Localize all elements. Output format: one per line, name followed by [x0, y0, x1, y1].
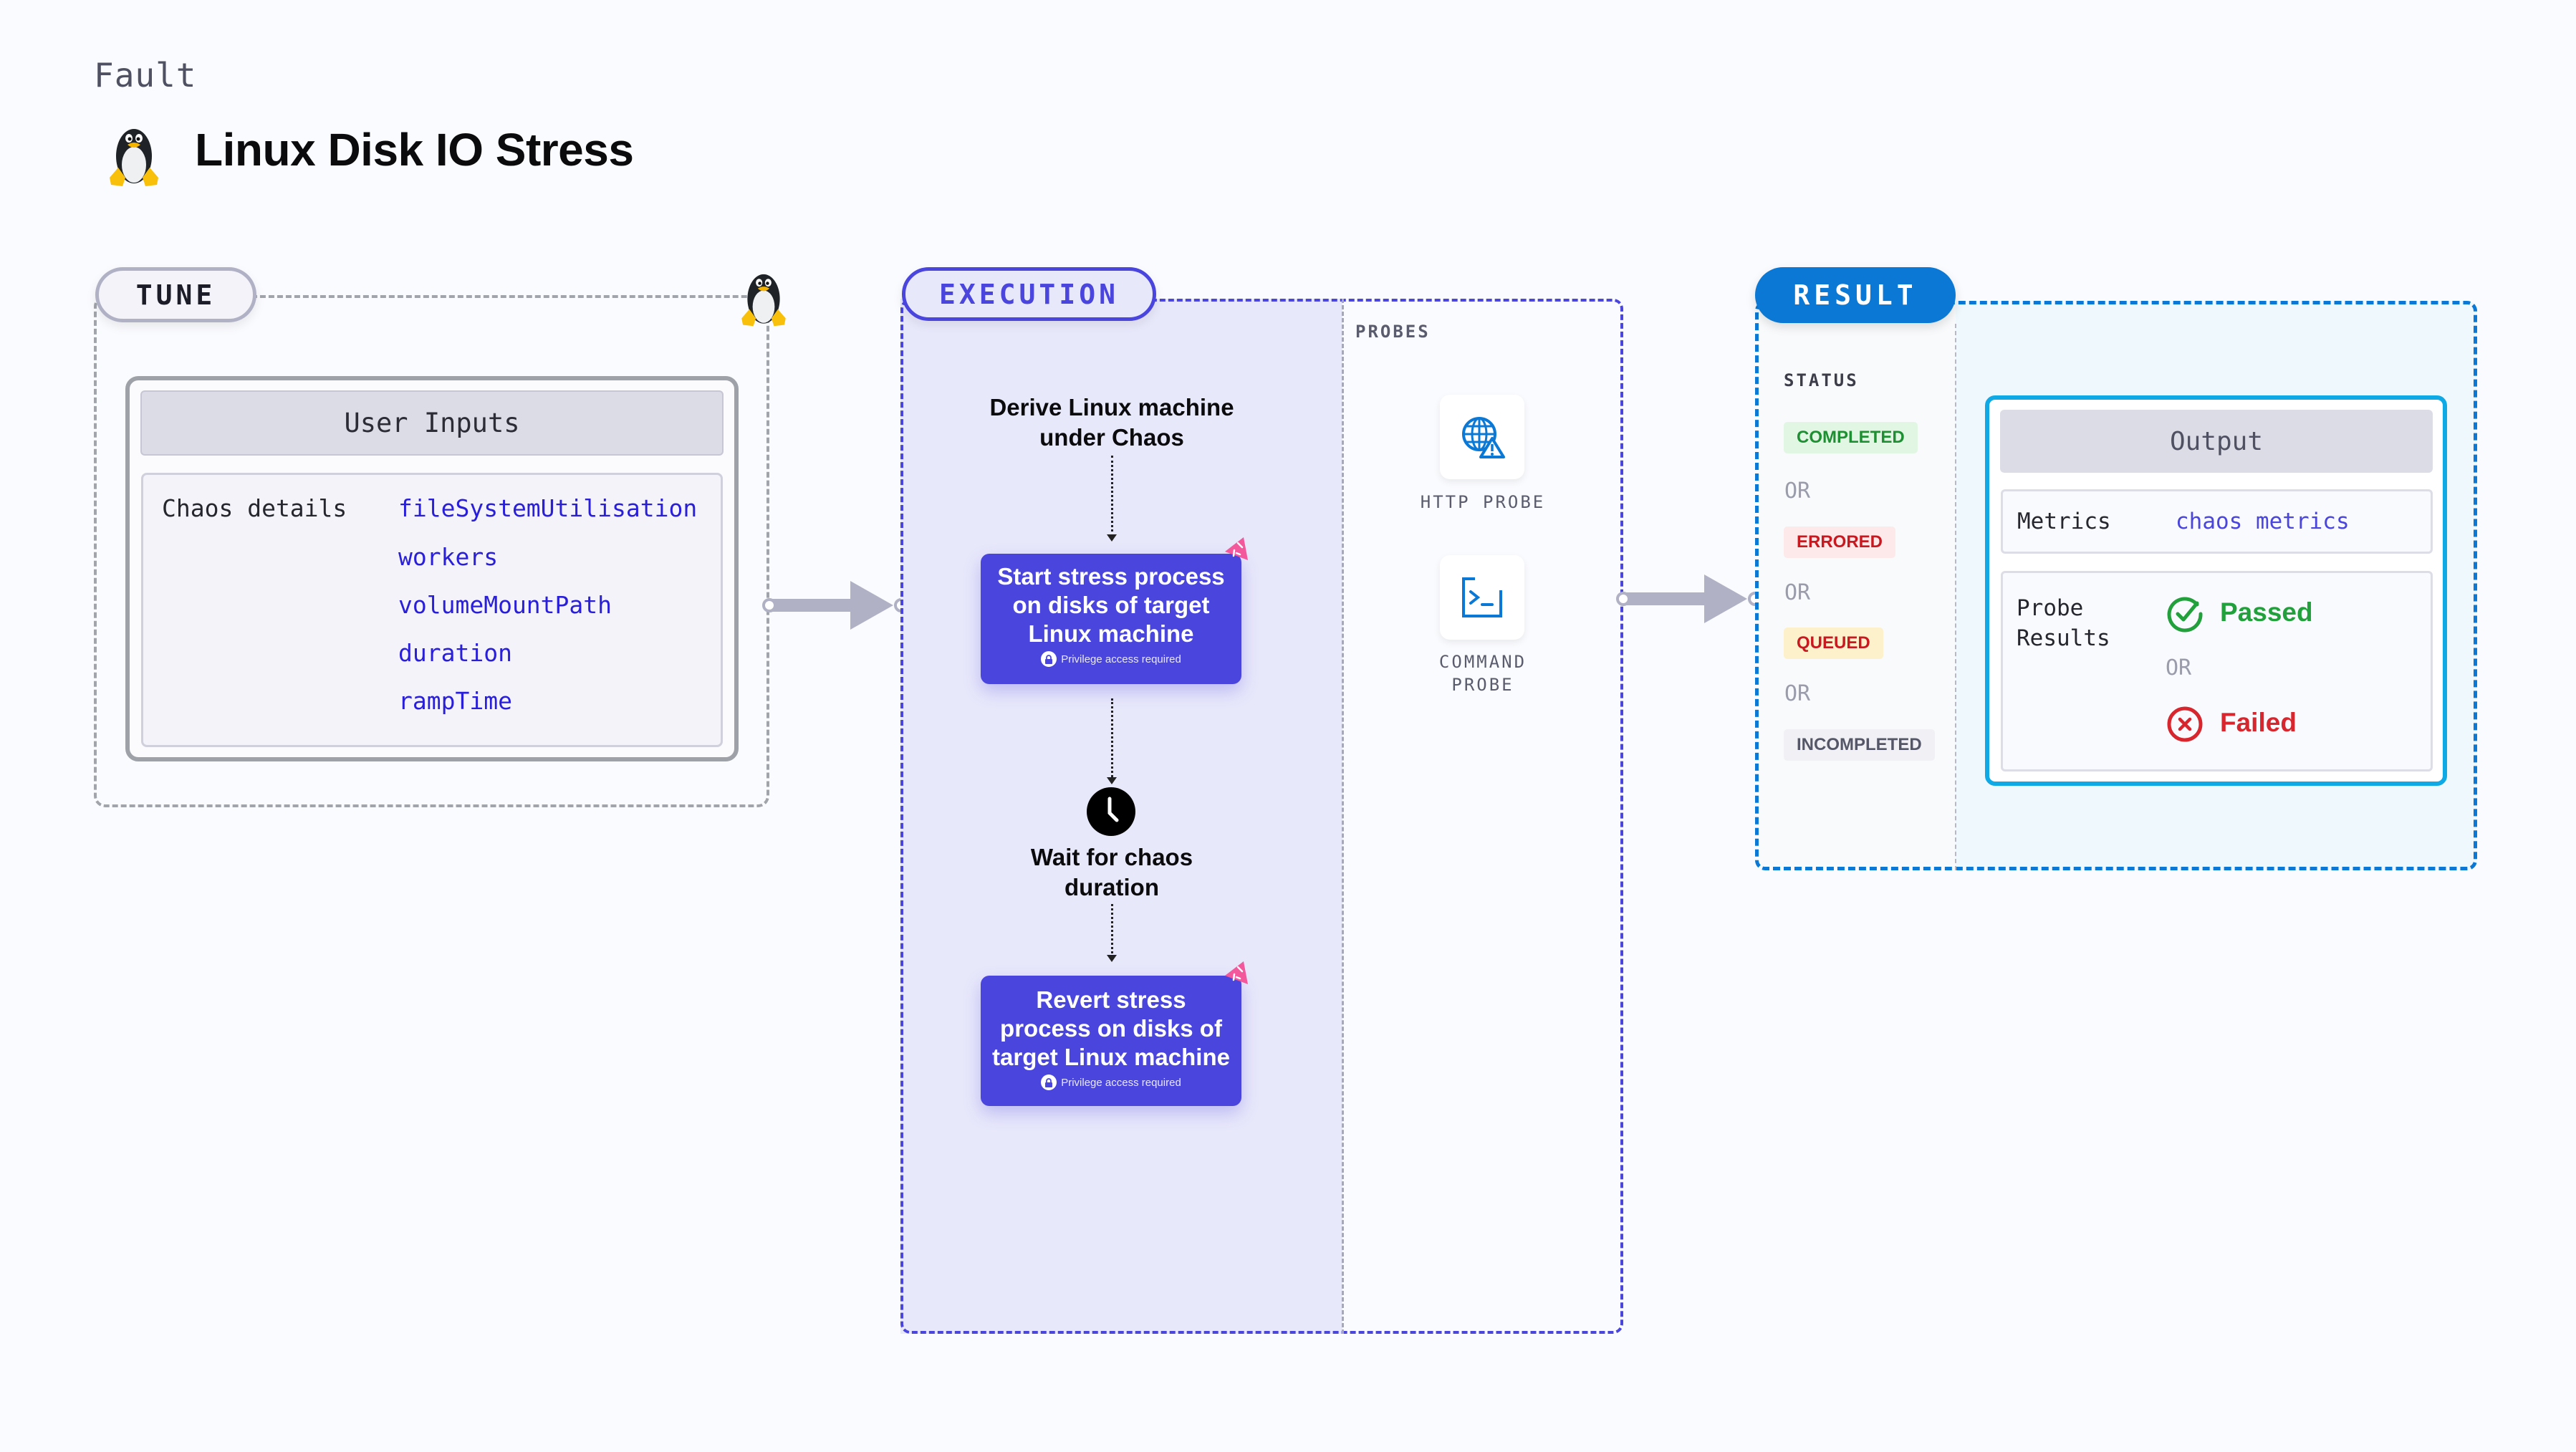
- execution-divider: [1342, 299, 1344, 1334]
- execution-pill: EXECUTION: [902, 267, 1156, 321]
- lock-icon: [1041, 651, 1057, 667]
- param-duration: duration: [398, 639, 512, 667]
- param-workers: workers: [398, 543, 499, 571]
- result-divider: [1955, 324, 1956, 870]
- linux-penguin-icon: [110, 129, 158, 186]
- param-ramptime: rampTime: [398, 687, 512, 715]
- step-revert-stress-text: Revert stress process on disks of target…: [992, 986, 1230, 1070]
- http-probe-label: HTTP PROBE: [1420, 492, 1546, 512]
- step-revert-stress-card: Revert stress process on disks of target…: [981, 976, 1241, 1106]
- chaos-injection-badge-icon: [1225, 537, 1248, 560]
- privilege-note: Privilege access required: [981, 1074, 1241, 1090]
- output-header: Output: [2000, 410, 2433, 473]
- command-probe-tile[interactable]: [1440, 555, 1524, 640]
- arrow-down-icon: [1107, 955, 1117, 962]
- step-derive-target: Derive Linux machine under Chaos: [989, 394, 1234, 451]
- lock-icon: [1041, 1074, 1057, 1090]
- x-circle-icon: [2167, 706, 2203, 742]
- param-filesystemutilisation: fileSystemUtilisation: [398, 494, 698, 522]
- privilege-note-text: Privilege access required: [1061, 1076, 1181, 1089]
- probe-failed-label: Failed: [2220, 708, 2297, 737]
- linux-penguin-icon: [741, 274, 786, 327]
- status-badge-queued: QUEUED: [1784, 628, 1883, 659]
- connector-execution-to-result: [1624, 592, 1706, 605]
- chaos-details-label: Chaos details: [162, 494, 347, 522]
- privilege-note-text: Privilege access required: [1061, 653, 1181, 665]
- terminal-icon: [1462, 577, 1502, 617]
- step-wait-duration: Wait for chaos duration: [1030, 844, 1193, 900]
- probes-label: PROBES: [1355, 322, 1431, 342]
- status-badge-errored: ERRORED: [1784, 527, 1896, 558]
- privilege-note: Privilege access required: [981, 651, 1241, 667]
- probe-passed-label: Passed: [2220, 597, 2313, 627]
- page-title: Linux Disk IO Stress: [195, 124, 634, 176]
- chaos-injection-badge-icon: [1225, 961, 1248, 984]
- probe-results-label: Probe Results: [2017, 595, 2110, 651]
- http-probe-tile[interactable]: [1440, 395, 1524, 479]
- command-probe-label: COMMAND PROBE: [1438, 652, 1527, 695]
- status-label: STATUS: [1784, 370, 1859, 390]
- connector-node: [762, 598, 777, 612]
- flow-connector: [1111, 456, 1113, 537]
- flow-connector: [1111, 904, 1113, 958]
- or-separator: OR: [2166, 655, 2192, 681]
- step-start-stress-text: Start stress process on disks of target …: [997, 563, 1225, 647]
- arrow-head-icon: [1704, 574, 1747, 623]
- arrow-down-icon: [1107, 777, 1117, 784]
- connector-tune-to-execution: [770, 599, 852, 612]
- globe-warning-icon: [1462, 417, 1505, 458]
- fault-eyebrow: Fault: [94, 56, 197, 95]
- param-volumemountpath: volumeMountPath: [398, 591, 612, 619]
- metrics-value: chaos metrics: [2176, 509, 2350, 534]
- user-inputs-header: User Inputs: [140, 390, 724, 456]
- status-badge-completed: COMPLETED: [1784, 422, 1918, 453]
- check-circle-icon: [2167, 597, 2203, 633]
- flow-connector: [1111, 698, 1113, 781]
- metrics-label: Metrics: [2017, 509, 2111, 534]
- connector-node: [1616, 592, 1630, 606]
- arrow-head-icon: [850, 581, 893, 630]
- arrow-down-icon: [1107, 534, 1117, 542]
- or-separator: OR: [1784, 580, 1811, 605]
- status-badge-incompleted: INCOMPLETED: [1784, 729, 1935, 761]
- tune-pill: TUNE: [95, 267, 256, 322]
- or-separator: OR: [1784, 681, 1811, 706]
- result-pill: RESULT: [1755, 267, 1956, 323]
- step-start-stress-card: Start stress process on disks of target …: [981, 554, 1241, 684]
- or-separator: OR: [1784, 479, 1811, 504]
- clock-icon: [1087, 787, 1135, 836]
